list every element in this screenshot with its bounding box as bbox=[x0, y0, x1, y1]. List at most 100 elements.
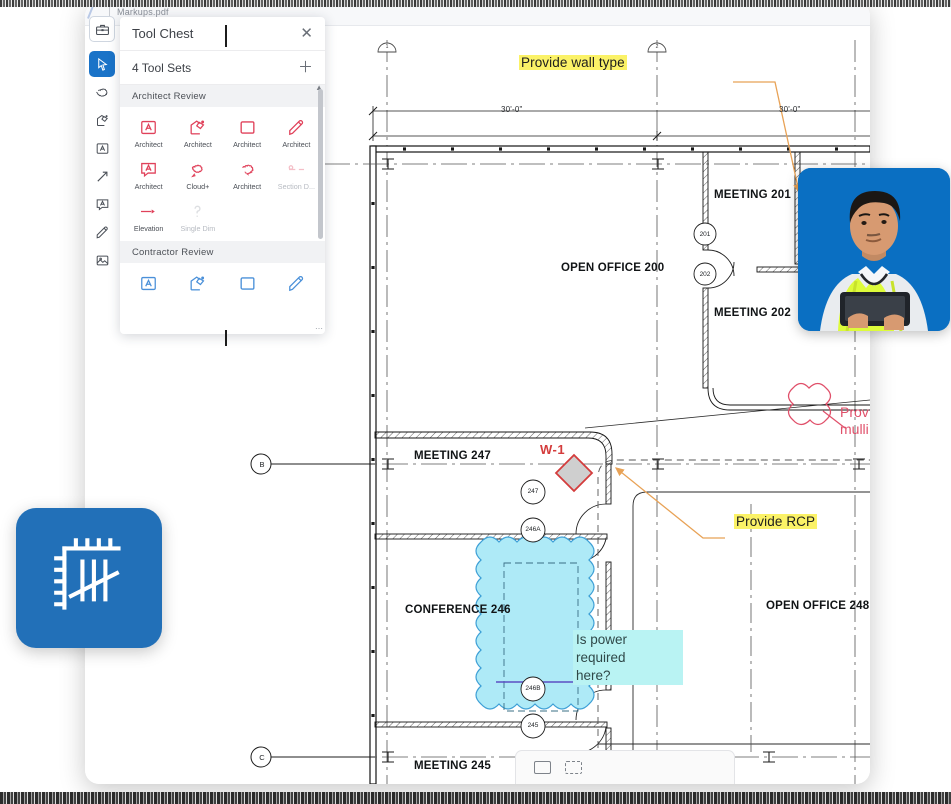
stamp-icon bbox=[187, 116, 209, 138]
resize-handle-icon[interactable]: ⋯ bbox=[315, 324, 323, 333]
door-tag-246a: 246A bbox=[521, 526, 545, 533]
tool-grid-architect-review[interactable]: Architect Architect bbox=[120, 107, 325, 241]
markup-provide-rcp[interactable]: Provide RCP bbox=[734, 514, 817, 529]
dimension-label-right: 30'-0" bbox=[779, 105, 801, 114]
cloud-icon bbox=[236, 158, 258, 180]
arrow-icon[interactable] bbox=[89, 163, 115, 189]
tool-group-label: Architect Review bbox=[132, 91, 206, 102]
text-box-icon bbox=[138, 272, 160, 294]
tool-chest-scroll-area[interactable]: ▲ Architect Review Architect bbox=[120, 85, 325, 334]
svg-text:2: 2 bbox=[656, 44, 659, 50]
highlighter-icon bbox=[285, 116, 307, 138]
leader-provide-wall-type bbox=[733, 82, 799, 192]
tool-contractor-textbox[interactable] bbox=[124, 269, 173, 298]
tool-label: Architect bbox=[135, 182, 163, 191]
tool-contractor-stamp[interactable] bbox=[173, 269, 222, 298]
room-label-meeting-247: MEETING 247 bbox=[414, 450, 491, 462]
tool-chest-title: Tool Chest bbox=[132, 26, 193, 41]
tool-group-contractor-review[interactable]: Contractor Review bbox=[120, 241, 325, 263]
room-label-conference-246: CONFERENCE 246 bbox=[405, 604, 511, 616]
rectangle-icon bbox=[236, 116, 258, 138]
tool-chest-panel[interactable]: Tool Chest ✕ 4 Tool Sets ＋ ▲ Architect R… bbox=[120, 17, 325, 334]
add-icon[interactable]: ＋ bbox=[298, 60, 313, 75]
tool-chest-scrollbar[interactable] bbox=[318, 89, 323, 239]
tool-label: Single Dim bbox=[180, 224, 215, 233]
mullion-cloud-markup bbox=[789, 384, 846, 429]
image-icon[interactable] bbox=[89, 247, 115, 273]
top-scanline-artifact bbox=[0, 0, 951, 7]
presenter-video[interactable] bbox=[798, 168, 950, 331]
tool-label: Section D... bbox=[278, 182, 315, 191]
room-label-meeting-245: MEETING 245 bbox=[414, 760, 491, 772]
tool-contractor-highlighter[interactable] bbox=[272, 269, 321, 298]
text-cursor-bottom bbox=[225, 330, 227, 346]
layout-icon[interactable] bbox=[565, 761, 582, 774]
markup-is-power-required[interactable]: Is power required here? bbox=[573, 630, 683, 685]
tool-architect-callout[interactable]: Architect bbox=[124, 155, 173, 195]
tool-architect-textbox[interactable]: Architect bbox=[124, 113, 173, 153]
tool-chest-header: Tool Chest ✕ bbox=[120, 17, 325, 51]
markup-provide-wall-type[interactable]: Provide wall type bbox=[519, 55, 627, 70]
tool-sets-label: 4 Tool Sets bbox=[132, 61, 191, 75]
bottom-toolbar[interactable] bbox=[515, 750, 735, 784]
leader-provide-rcp bbox=[616, 468, 725, 538]
tool-contractor-rectangle[interactable] bbox=[223, 269, 272, 298]
stamp-icon bbox=[187, 272, 209, 294]
section-icon bbox=[285, 158, 307, 180]
page-icon[interactable] bbox=[534, 761, 551, 774]
room-label-meeting-202: MEETING 202 bbox=[714, 307, 791, 319]
tool-label: Architect bbox=[282, 140, 310, 149]
room-label-open-office-200: OPEN OFFICE 200 bbox=[561, 262, 664, 274]
tool-section-detail[interactable]: Section D... bbox=[272, 155, 321, 195]
cloud-plus-icon bbox=[187, 158, 209, 180]
grid-bubble-b: B bbox=[255, 460, 269, 469]
tool-label: Architect bbox=[233, 182, 261, 191]
callout-icon[interactable] bbox=[89, 191, 115, 217]
screenshot-stage: Markups.pdf bbox=[0, 0, 951, 804]
cloud-icon[interactable] bbox=[89, 79, 115, 105]
tool-cloud-plus[interactable]: Cloud+ bbox=[173, 155, 222, 195]
tool-group-label: Contractor Review bbox=[132, 247, 214, 258]
wall-tag-label-upper[interactable]: W-1 bbox=[540, 442, 565, 457]
bottom-scanline-artifact bbox=[0, 792, 951, 804]
close-icon[interactable]: ✕ bbox=[300, 26, 313, 41]
tool-sets-row[interactable]: 4 Tool Sets ＋ bbox=[120, 51, 325, 85]
wall-tag-w1-upper bbox=[556, 455, 592, 491]
markup-toolbar[interactable] bbox=[85, 16, 119, 273]
tool-label: Cloud+ bbox=[186, 182, 209, 191]
grid-bubble-c: C bbox=[255, 753, 269, 762]
markup-provide-mullion[interactable]: Prov mulli bbox=[840, 404, 869, 437]
tool-architect-cloud[interactable]: Architect bbox=[223, 155, 272, 195]
tool-elevation[interactable]: Elevation bbox=[124, 197, 173, 237]
question-icon bbox=[187, 200, 209, 222]
tool-architect-stamp[interactable]: Architect bbox=[173, 113, 222, 153]
tool-group-architect-review[interactable]: Architect Review bbox=[120, 85, 325, 107]
stamp-icon[interactable] bbox=[89, 107, 115, 133]
tool-grid-contractor-review[interactable] bbox=[120, 263, 325, 302]
highlighter-icon bbox=[285, 272, 307, 294]
text-cursor-top bbox=[225, 25, 227, 47]
tool-single-dim[interactable]: Single Dim bbox=[173, 197, 222, 237]
door-tag-201: 201 bbox=[695, 231, 715, 238]
measurement-grid-icon bbox=[48, 537, 130, 619]
tool-label: Architect bbox=[233, 140, 261, 149]
door-tag-202: 202 bbox=[695, 271, 715, 278]
tool-architect-rectangle[interactable]: Architect bbox=[223, 113, 272, 153]
callout-icon bbox=[138, 158, 160, 180]
highlighter-icon[interactable] bbox=[89, 219, 115, 245]
application-window: Markups.pdf bbox=[85, 2, 870, 784]
cursor-icon[interactable] bbox=[89, 51, 115, 77]
tool-label: Architect bbox=[184, 140, 212, 149]
bluebeam-revu-logo[interactable] bbox=[16, 508, 162, 648]
svg-text:1: 1 bbox=[386, 44, 389, 50]
toolbox-icon[interactable] bbox=[89, 16, 115, 42]
text-box-icon bbox=[138, 116, 160, 138]
document-tab-title[interactable]: Markups.pdf bbox=[117, 7, 169, 17]
tool-architect-highlighter[interactable]: Architect bbox=[272, 113, 321, 153]
rectangle-icon bbox=[236, 272, 258, 294]
text-box-icon[interactable] bbox=[89, 135, 115, 161]
elevation-icon bbox=[138, 200, 160, 222]
room-label-open-office-248: OPEN OFFICE 248 bbox=[766, 600, 869, 612]
dimension-label-left: 30'-0" bbox=[501, 105, 523, 114]
door-tag-247: 247 bbox=[523, 488, 543, 495]
